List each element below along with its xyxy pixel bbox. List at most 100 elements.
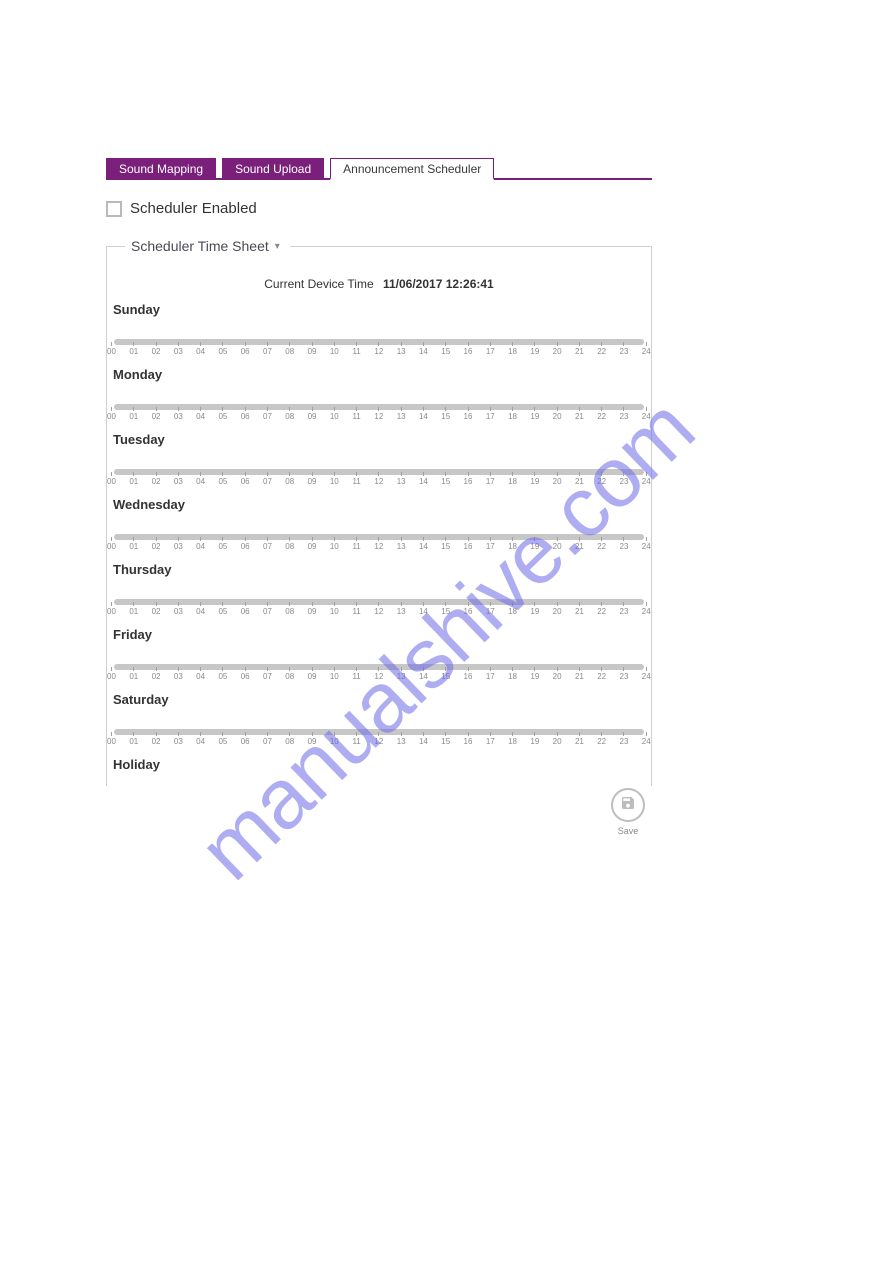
tick: 18 bbox=[512, 537, 513, 552]
tick-label: 08 bbox=[285, 542, 294, 551]
tick-label: 05 bbox=[218, 347, 227, 356]
time-ruler[interactable]: 0001020304050607080910111213141516171819… bbox=[111, 599, 647, 617]
tick-label: 09 bbox=[308, 542, 317, 551]
tick: 18 bbox=[512, 472, 513, 487]
tick-label: 24 bbox=[642, 607, 651, 616]
tick-mark bbox=[200, 537, 201, 541]
time-ruler[interactable]: 0001020304050607080910111213141516171819… bbox=[111, 339, 647, 357]
tick: 08 bbox=[289, 732, 290, 747]
tab-announcement-scheduler[interactable]: Announcement Scheduler bbox=[330, 158, 494, 180]
tick-mark bbox=[579, 342, 580, 346]
tick: 02 bbox=[156, 732, 157, 747]
tick-label: 22 bbox=[597, 737, 606, 746]
save-label: Save bbox=[604, 826, 652, 836]
tick-mark bbox=[133, 537, 134, 541]
tick-mark bbox=[490, 407, 491, 411]
tick-mark bbox=[490, 342, 491, 346]
tick-label: 12 bbox=[374, 347, 383, 356]
tick: 08 bbox=[289, 667, 290, 682]
tick-label: 08 bbox=[285, 477, 294, 486]
time-ruler[interactable]: 0001020304050607080910111213141516171819… bbox=[111, 664, 647, 682]
tick-label: 04 bbox=[196, 542, 205, 551]
tick: 03 bbox=[178, 667, 179, 682]
tick-mark bbox=[468, 667, 469, 671]
tick: 18 bbox=[512, 342, 513, 357]
tick-mark bbox=[512, 407, 513, 411]
tick: 14 bbox=[423, 472, 424, 487]
time-ruler[interactable]: 0001020304050607080910111213141516171819… bbox=[111, 729, 647, 747]
tick-label: 24 bbox=[642, 672, 651, 681]
tick-label: 20 bbox=[553, 672, 562, 681]
tick: 23 bbox=[623, 732, 624, 747]
tick-mark bbox=[156, 667, 157, 671]
tick-label: 11 bbox=[352, 477, 360, 486]
tick-label: 11 bbox=[352, 347, 360, 356]
tick: 12 bbox=[378, 342, 379, 357]
tab-sound-upload[interactable]: Sound Upload bbox=[222, 158, 324, 178]
tick: 15 bbox=[445, 472, 446, 487]
tick: 14 bbox=[423, 602, 424, 617]
tick-mark bbox=[423, 472, 424, 476]
tick-label: 12 bbox=[374, 542, 383, 551]
tick: 17 bbox=[490, 667, 491, 682]
tick: 04 bbox=[200, 667, 201, 682]
tick-mark bbox=[267, 472, 268, 476]
tick: 09 bbox=[312, 472, 313, 487]
tick-mark bbox=[601, 602, 602, 606]
tick: 22 bbox=[601, 472, 602, 487]
tick: 08 bbox=[289, 537, 290, 552]
tick: 18 bbox=[512, 667, 513, 682]
tick-mark bbox=[646, 472, 647, 476]
scheduler-enabled-checkbox[interactable] bbox=[106, 201, 122, 217]
tick-mark bbox=[178, 732, 179, 736]
tick-mark bbox=[334, 732, 335, 736]
tick: 11 bbox=[356, 667, 357, 682]
tick: 07 bbox=[267, 602, 268, 617]
tick-mark bbox=[468, 537, 469, 541]
tick: 13 bbox=[401, 667, 402, 682]
tick-mark bbox=[289, 407, 290, 411]
tick: 16 bbox=[468, 537, 469, 552]
tick-label: 20 bbox=[553, 347, 562, 356]
tick-label: 11 bbox=[352, 672, 360, 681]
time-ruler[interactable]: 0001020304050607080910111213141516171819… bbox=[111, 404, 647, 422]
tick: 10 bbox=[334, 602, 335, 617]
tick-mark bbox=[178, 667, 179, 671]
tick-label: 07 bbox=[263, 672, 272, 681]
tick-mark bbox=[111, 472, 112, 476]
tick-label: 03 bbox=[174, 542, 183, 551]
tick: 13 bbox=[401, 472, 402, 487]
tick-label: 13 bbox=[397, 737, 406, 746]
tick: 03 bbox=[178, 407, 179, 422]
tick: 13 bbox=[401, 537, 402, 552]
tick-mark bbox=[312, 732, 313, 736]
tick-mark bbox=[579, 667, 580, 671]
current-device-time: Current Device Time 11/06/2017 12:26:41 bbox=[107, 277, 651, 291]
tick-label: 11 bbox=[352, 542, 360, 551]
tick-mark bbox=[178, 537, 179, 541]
save-button[interactable] bbox=[611, 788, 645, 822]
tick-mark bbox=[623, 537, 624, 541]
time-ruler[interactable]: 0001020304050607080910111213141516171819… bbox=[111, 534, 647, 552]
tick: 00 bbox=[111, 472, 112, 487]
fieldset-legend[interactable]: Scheduler Time Sheet ▾ bbox=[125, 238, 290, 254]
tick-mark bbox=[245, 342, 246, 346]
tick: 08 bbox=[289, 602, 290, 617]
tick: 15 bbox=[445, 342, 446, 357]
tick-label: 04 bbox=[196, 477, 205, 486]
tick-label: 17 bbox=[486, 477, 495, 486]
tick-mark bbox=[646, 407, 647, 411]
tick: 11 bbox=[356, 602, 357, 617]
tick-mark bbox=[512, 537, 513, 541]
time-ruler[interactable]: 0001020304050607080910111213141516171819… bbox=[111, 469, 647, 487]
tick-label: 12 bbox=[374, 607, 383, 616]
tick-label: 02 bbox=[152, 607, 161, 616]
tick: 04 bbox=[200, 472, 201, 487]
tick-mark bbox=[356, 537, 357, 541]
tick: 10 bbox=[334, 407, 335, 422]
tick: 10 bbox=[334, 732, 335, 747]
tick-label: 11 bbox=[352, 412, 360, 421]
tick: 20 bbox=[557, 342, 558, 357]
tab-bar: Sound Mapping Sound Upload Announcement … bbox=[106, 158, 652, 180]
tab-sound-mapping[interactable]: Sound Mapping bbox=[106, 158, 216, 178]
